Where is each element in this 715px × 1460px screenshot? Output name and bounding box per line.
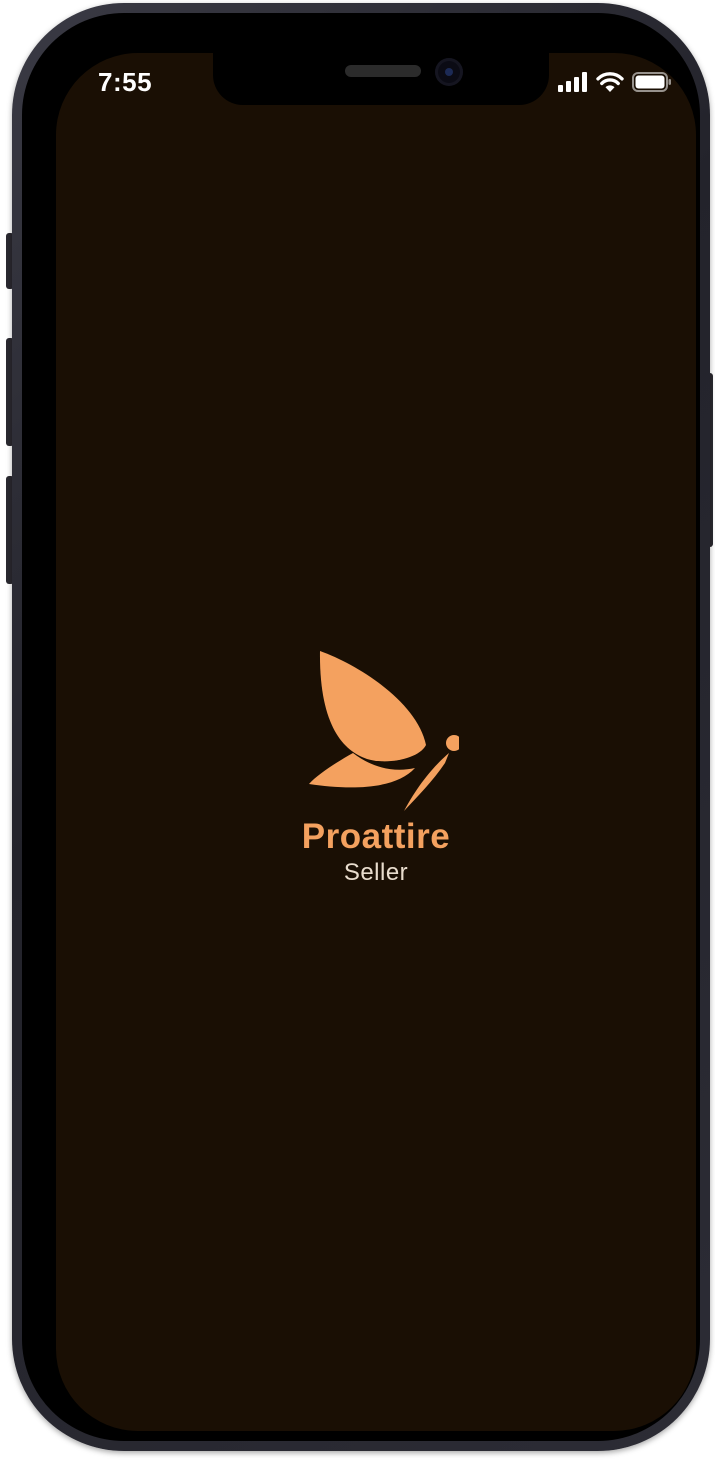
butterfly-logo-icon bbox=[309, 651, 459, 811]
phone-frame: 7:55 Proattire Seller bbox=[12, 3, 710, 1451]
cellular-signal-icon bbox=[558, 71, 587, 92]
brand-subtitle: Seller bbox=[343, 859, 409, 886]
front-camera bbox=[435, 58, 463, 86]
phone-bezel: 7:55 Proattire Seller bbox=[22, 13, 700, 1441]
notch bbox=[213, 53, 549, 105]
battery-icon bbox=[632, 71, 671, 92]
wifi-icon bbox=[596, 72, 624, 92]
splash-logo: Proattire Seller bbox=[56, 647, 696, 897]
status-icons bbox=[558, 71, 672, 92]
brand-name: Proattire bbox=[301, 817, 451, 856]
splash-screen: 7:55 Proattire Seller bbox=[56, 53, 696, 1431]
status-time: 7:55 bbox=[98, 67, 153, 97]
earpiece-speaker bbox=[345, 65, 421, 77]
